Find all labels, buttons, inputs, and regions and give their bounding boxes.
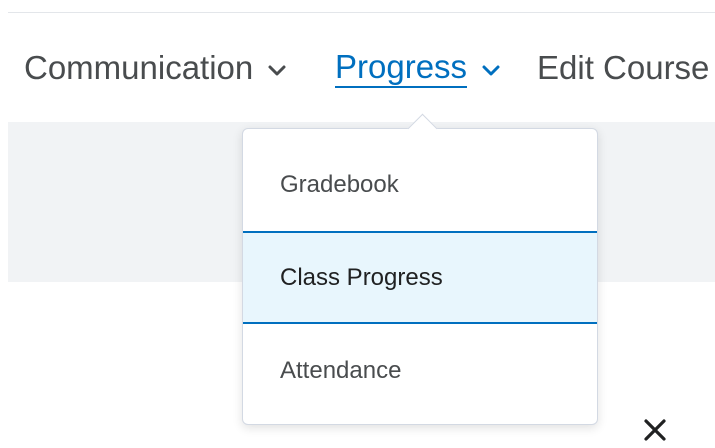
menu-item-label: Attendance [280, 356, 402, 384]
progress-dropdown-menu: Gradebook Class Progress Attendance [242, 113, 598, 425]
menu-item-gradebook[interactable]: Gradebook [243, 138, 597, 231]
menu-item-label: Class Progress [280, 263, 443, 291]
nav-edit-course-label: Edit Course [537, 49, 710, 86]
chevron-down-icon [482, 65, 500, 76]
nav-communication[interactable]: Communication [24, 14, 289, 122]
chevron-down-icon [268, 65, 286, 76]
top-divider [8, 12, 715, 13]
menu-item-attendance[interactable]: Attendance [243, 324, 597, 417]
course-navbar: Communication Progress Edit Course [0, 14, 715, 122]
nav-progress[interactable]: Progress [335, 14, 503, 122]
menu-item-class-progress[interactable]: Class Progress [243, 231, 597, 324]
menu-item-label: Gradebook [280, 170, 399, 198]
nav-communication-label: Communication [24, 49, 254, 86]
nav-edit-course[interactable]: Edit Course [537, 14, 709, 122]
close-icon[interactable] [641, 416, 669, 444]
nav-progress-label: Progress [335, 48, 468, 88]
